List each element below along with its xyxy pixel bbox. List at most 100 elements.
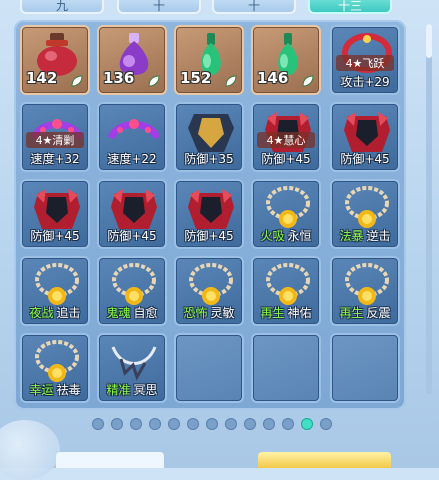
bead-necklace-icon <box>184 262 238 308</box>
item-slot[interactable]: 防御+45 <box>330 102 400 172</box>
page-dot[interactable] <box>320 418 332 430</box>
item-stat: 防御+45 <box>107 229 157 243</box>
page-dot[interactable] <box>187 418 199 430</box>
tab-4-active[interactable]: 十三 <box>308 0 392 14</box>
item-slot[interactable]: 防御+45 <box>174 179 244 249</box>
tab-2[interactable]: 十 <box>117 0 201 14</box>
leaf-icon <box>70 73 84 87</box>
tab-label: 十 <box>152 0 165 13</box>
tab-3[interactable]: 十 <box>212 0 296 14</box>
item-quantity: 152 <box>180 69 212 87</box>
skill-primary: 再生 <box>260 306 285 320</box>
item-slot[interactable]: 再生 反震 <box>330 256 400 326</box>
item-stat: 防御+45 <box>340 152 390 166</box>
tab-label: 九 <box>55 0 68 13</box>
page-dot[interactable] <box>168 418 180 430</box>
item-slot[interactable]: 防御+45 <box>20 179 90 249</box>
page-dot[interactable] <box>244 418 256 430</box>
skill-primary: 幸运 <box>29 383 54 397</box>
page-dot[interactable] <box>111 418 123 430</box>
item-stat: 防御+35 <box>184 152 234 166</box>
silver-necklace-icon <box>107 339 161 385</box>
skill-primary: 精准 <box>106 383 131 397</box>
skill-labels: 幸运 祛毒 <box>22 381 88 398</box>
tab-1[interactable]: 九 <box>20 0 104 14</box>
page-dot[interactable] <box>92 418 104 430</box>
enchant-badge: 4★慧心 <box>257 132 315 148</box>
item-slot[interactable]: 夜战 追击 <box>20 256 90 326</box>
leaf-icon <box>224 73 238 87</box>
scroll-thumb[interactable] <box>426 24 432 58</box>
bead-necklace-icon <box>340 262 394 308</box>
leaf-icon <box>147 73 161 87</box>
bead-necklace-icon <box>107 262 161 308</box>
page-dot[interactable] <box>149 418 161 430</box>
item-slot[interactable]: 法暴 逆击 <box>330 179 400 249</box>
item-quantity: 146 <box>257 69 289 87</box>
bead-necklace-icon <box>261 185 315 231</box>
skill-labels: 再生 神佑 <box>253 304 319 321</box>
item-slot[interactable]: 火吸 永恒 <box>251 179 321 249</box>
skill-secondary: 祛毒 <box>56 383 81 397</box>
bottom-button-left[interactable] <box>56 452 164 468</box>
item-stat: 防御+45 <box>30 229 80 243</box>
empty-slot[interactable] <box>251 333 321 403</box>
item-slot[interactable]: 鬼魂 自愈 <box>97 256 167 326</box>
skill-primary: 再生 <box>339 306 364 320</box>
item-slot[interactable]: 4★慧心防御+45 <box>251 102 321 172</box>
page-dot[interactable] <box>225 418 237 430</box>
skill-labels: 再生 反震 <box>332 304 398 321</box>
tab-label: 十 <box>247 0 260 13</box>
item-slot[interactable]: 152 <box>174 25 244 95</box>
dark-armor-icon <box>184 108 238 154</box>
purple-crown-icon <box>107 108 161 154</box>
item-slot[interactable]: 幸运 祛毒 <box>20 333 90 403</box>
item-quantity: 142 <box>26 69 58 87</box>
scrollbar[interactable] <box>426 24 432 394</box>
item-slot[interactable]: 4★清剿 速度+32 <box>20 102 90 172</box>
skill-labels: 鬼魂 自愈 <box>99 304 165 321</box>
skill-secondary: 逆击 <box>366 229 391 243</box>
item-slot[interactable]: 146 <box>251 25 321 95</box>
skill-secondary: 灵敏 <box>210 306 235 320</box>
item-stat: 防御+45 <box>261 152 311 166</box>
page-dot[interactable] <box>206 418 218 430</box>
page-dot[interactable] <box>282 418 294 430</box>
skill-secondary: 反震 <box>366 306 391 320</box>
skill-secondary: 神佑 <box>287 306 312 320</box>
page-dot[interactable] <box>263 418 275 430</box>
item-quantity: 136 <box>103 69 135 87</box>
item-slot[interactable]: 恐怖 灵敏 <box>174 256 244 326</box>
skill-secondary: 追击 <box>56 306 81 320</box>
red-armor-icon <box>340 108 394 154</box>
item-slot[interactable]: 防御+35 <box>174 102 244 172</box>
skill-primary: 夜战 <box>29 306 54 320</box>
cloud-decoration <box>0 420 60 480</box>
skill-secondary: 自愈 <box>133 306 158 320</box>
skill-labels: 恐怖 灵敏 <box>176 304 242 321</box>
skill-primary: 恐怖 <box>183 306 208 320</box>
red-armor-icon <box>107 185 161 231</box>
item-slot[interactable]: 防御+45 <box>97 179 167 249</box>
item-slot[interactable]: 142 <box>20 25 90 95</box>
skill-labels: 夜战 追击 <box>22 304 88 321</box>
item-slot[interactable]: 136 <box>97 25 167 95</box>
skill-primary: 火吸 <box>260 229 285 243</box>
tab-strip: 九 十 十 十三 <box>0 0 439 18</box>
empty-slot[interactable] <box>330 333 400 403</box>
item-slot[interactable]: 再生 神佑 <box>251 256 321 326</box>
item-stat: 防御+45 <box>184 229 234 243</box>
item-slot[interactable]: 速度+22 <box>97 102 167 172</box>
empty-slot[interactable] <box>174 333 244 403</box>
bead-necklace-icon <box>30 262 84 308</box>
page-dot[interactable] <box>130 418 142 430</box>
bead-necklace-icon <box>261 262 315 308</box>
item-slot[interactable]: 精准 冥思 <box>97 333 167 403</box>
page-dot-active[interactable] <box>301 418 313 430</box>
item-stat: 攻击+29 <box>340 75 390 89</box>
bottom-button-right[interactable] <box>258 452 391 468</box>
item-slot[interactable]: 4★飞跃 攻击+29 <box>330 25 400 95</box>
skill-labels: 法暴 逆击 <box>332 227 398 244</box>
skill-primary: 鬼魂 <box>106 306 131 320</box>
item-stat: 速度+32 <box>30 152 80 166</box>
